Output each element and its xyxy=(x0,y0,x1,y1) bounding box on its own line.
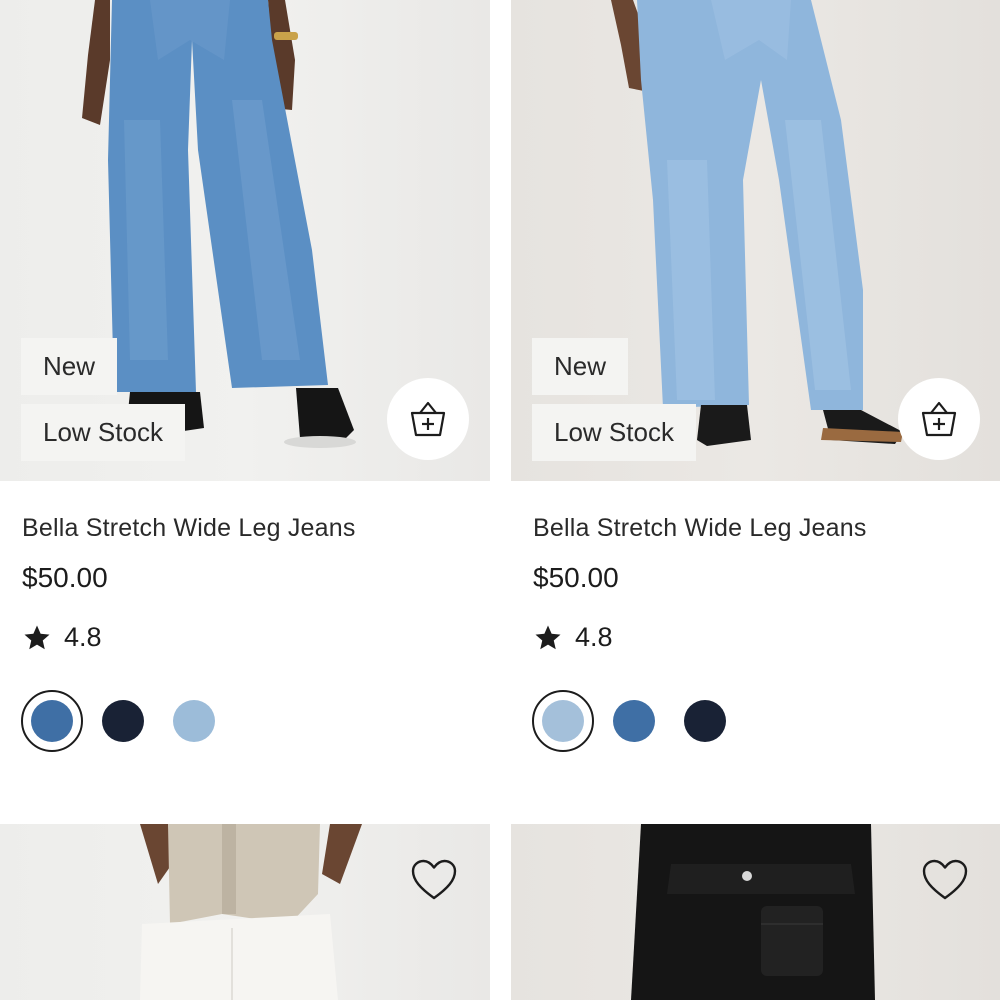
product-card[interactable] xyxy=(0,824,490,1000)
color-swatch[interactable] xyxy=(674,690,736,752)
product-price: $50.00 xyxy=(533,562,619,593)
product-rating: 4.8 xyxy=(22,622,102,653)
star-icon xyxy=(24,625,50,649)
color-swatch-selected[interactable] xyxy=(532,690,594,752)
heart-outline-icon xyxy=(411,859,457,900)
product-image[interactable]: New Low Stock xyxy=(0,0,490,481)
product-name[interactable]: Bella Stretch Wide Leg Jeans xyxy=(533,514,867,543)
add-to-bag-button[interactable] xyxy=(898,378,980,460)
color-swatches xyxy=(532,690,745,752)
product-price: $50.00 xyxy=(22,562,108,593)
swatch-medium-blue xyxy=(31,700,73,742)
product-name[interactable]: Bella Stretch Wide Leg Jeans xyxy=(22,514,356,543)
low-stock-badge: Low Stock xyxy=(21,404,185,461)
product-image[interactable]: New Low Stock xyxy=(511,0,1000,481)
swatch-dark-navy xyxy=(102,700,144,742)
wishlist-button[interactable] xyxy=(919,854,971,906)
new-badge: New xyxy=(532,338,629,395)
wishlist-button[interactable] xyxy=(408,854,460,906)
rating-value: 4.8 xyxy=(64,622,102,652)
color-swatch-selected[interactable] xyxy=(21,690,83,752)
product-image[interactable] xyxy=(0,824,490,1000)
low-stock-badge: Low Stock xyxy=(532,404,696,461)
color-swatch[interactable] xyxy=(163,690,225,752)
model-photo xyxy=(140,824,362,1000)
shopping-basket-plus-icon xyxy=(921,401,957,437)
product-image[interactable] xyxy=(511,824,1000,1000)
swatch-light-blue xyxy=(173,700,215,742)
product-rating: 4.8 xyxy=(533,622,613,653)
color-swatches xyxy=(21,690,234,752)
star-icon xyxy=(535,625,561,649)
color-swatch[interactable] xyxy=(92,690,154,752)
shopping-basket-plus-icon xyxy=(410,401,446,437)
product-card[interactable] xyxy=(511,824,1000,1000)
heart-outline-icon xyxy=(922,859,968,900)
rating-value: 4.8 xyxy=(575,622,613,652)
color-swatch[interactable] xyxy=(603,690,665,752)
swatch-dark-navy xyxy=(684,700,726,742)
add-to-bag-button[interactable] xyxy=(387,378,469,460)
model-photo xyxy=(631,824,875,1000)
swatch-light-blue xyxy=(542,700,584,742)
product-card[interactable]: New Low Stock Bella Stretch Wide Leg Jea… xyxy=(0,0,490,752)
new-badge: New xyxy=(21,338,118,395)
product-card[interactable]: New Low Stock Bella Stretch Wide Leg Jea… xyxy=(511,0,1000,752)
swatch-medium-blue xyxy=(613,700,655,742)
